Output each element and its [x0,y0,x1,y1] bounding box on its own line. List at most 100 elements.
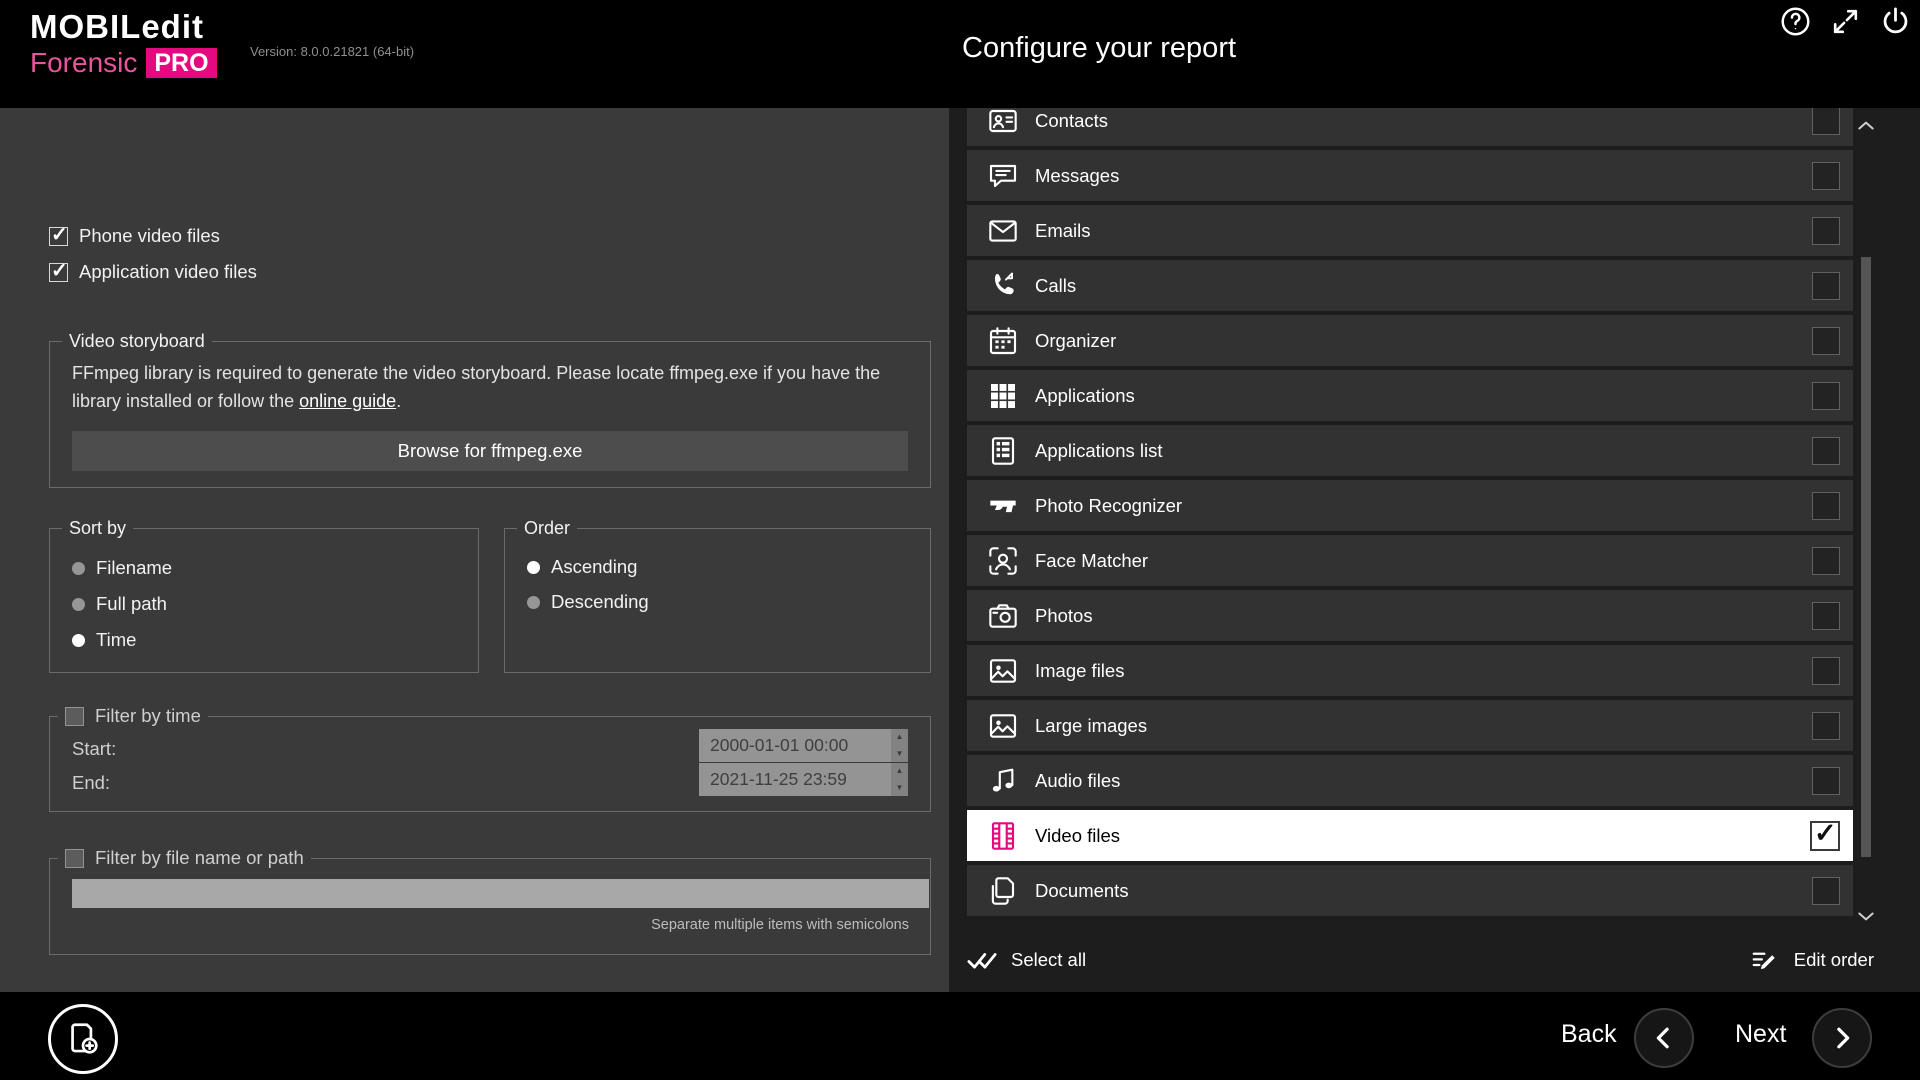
semicolon-hint: Separate multiple items with semicolons [651,917,909,933]
photo-recognizer-checkbox[interactable] [1812,492,1840,520]
browse-ffmpeg-button[interactable]: Browse for ffmpeg.exe [72,431,908,471]
version-text: Version: 8.0.0.21821 (64-bit) [250,44,414,59]
large-images-checkbox[interactable] [1812,712,1840,740]
pistol-icon [987,490,1019,522]
order-group: Order Ascending Descending [504,528,931,673]
edit-order-button[interactable]: Edit order [1750,938,1874,982]
report-item-image-files[interactable]: Image files [967,645,1853,696]
calls-checkbox[interactable] [1812,272,1840,300]
emails-checkbox[interactable] [1812,217,1840,245]
report-item-video-files[interactable]: Video files [967,810,1853,861]
scroll-down-button[interactable] [1852,906,1880,926]
camera-icon [987,600,1019,632]
report-item-label: Photo Recognizer [1035,495,1182,517]
report-item-organizer[interactable]: Organizer [967,315,1853,366]
applications-list-checkbox[interactable] [1812,437,1840,465]
filter-by-time-group: Filter by time Start: ▲▼ End: ▲▼ [49,716,931,812]
order-ascending-label: Ascending [551,556,637,578]
order-ascending-option[interactable]: Ascending [527,556,637,578]
phone-video-files-option[interactable]: Phone video files [49,225,220,247]
report-item-applications[interactable]: Applications [967,370,1853,421]
sort-filename-label: Filename [96,557,172,579]
radio-icon[interactable] [527,596,540,609]
report-sections-list: Contacts Messages Emails Calls Organizer… [967,108,1853,920]
online-guide-link[interactable]: online guide [299,391,396,411]
filename-filter-input[interactable] [72,879,929,908]
select-all-label: Select all [1011,949,1086,971]
edit-order-icon [1750,945,1780,975]
speech-bubble-icon [987,160,1019,192]
chevron-down-icon [1852,906,1880,926]
contacts-checkbox[interactable] [1812,108,1840,135]
report-item-label: Applications [1035,385,1135,407]
report-item-calls[interactable]: Calls [967,260,1853,311]
order-descending-label: Descending [551,591,649,613]
resize-window-button[interactable] [1829,5,1862,38]
radio-selected-icon[interactable] [527,561,540,574]
radio-selected-icon[interactable] [72,634,85,647]
power-button[interactable] [1879,5,1912,38]
select-all-button[interactable]: Select all [967,938,1086,982]
contact-card-icon [987,108,1019,137]
documents-checkbox[interactable] [1812,877,1840,905]
image-files-checkbox[interactable] [1812,657,1840,685]
scrollbar-thumb[interactable] [1861,257,1871,857]
messages-checkbox[interactable] [1812,162,1840,190]
report-item-face-matcher[interactable]: Face Matcher [967,535,1853,586]
report-item-contacts[interactable]: Contacts [967,108,1853,146]
start-datetime-stepper[interactable]: ▲▼ [891,729,908,762]
video-storyboard-legend: Video storyboard [62,331,212,352]
sort-fullpath-option[interactable]: Full path [72,593,167,615]
report-item-audio-files[interactable]: Audio files [967,755,1853,806]
start-datetime-input[interactable] [699,729,902,762]
report-item-label: Photos [1035,605,1093,627]
report-item-label: Large images [1035,715,1147,737]
filter-time-checkbox[interactable] [65,707,84,726]
checkbox-checked-icon[interactable] [49,227,68,246]
sort-filename-option[interactable]: Filename [72,557,172,579]
next-button[interactable] [1812,1008,1872,1068]
app-logo: MOBILedit Forensic PRO [30,10,217,78]
scroll-up-button[interactable] [1852,116,1880,136]
ffmpeg-info-text: FFmpeg library is required to generate t… [72,359,902,415]
documents-icon [987,875,1019,907]
video-files-checkbox[interactable] [1810,821,1840,851]
app-list-icon [987,435,1019,467]
photos-checkbox[interactable] [1812,602,1840,630]
add-phone-button[interactable] [48,1004,118,1074]
back-button[interactable] [1634,1008,1694,1068]
report-item-large-images[interactable]: Large images [967,700,1853,751]
report-item-photo-recognizer[interactable]: Photo Recognizer [967,480,1853,531]
radio-icon[interactable] [72,562,85,575]
power-icon [1879,5,1912,38]
next-label[interactable]: Next [1735,1020,1786,1049]
chevron-left-icon [1649,1023,1679,1053]
back-label[interactable]: Back [1561,1020,1617,1049]
report-item-emails[interactable]: Emails [967,205,1853,256]
filter-name-checkbox[interactable] [65,849,84,868]
end-datetime-input[interactable] [699,763,902,796]
ffmpeg-text-before: FFmpeg library is required to generate t… [72,363,880,411]
filter-time-label: Filter by time [95,705,201,727]
calendar-icon [987,325,1019,357]
report-item-label: Emails [1035,220,1091,242]
chevron-right-icon [1827,1023,1857,1053]
application-video-files-option[interactable]: Application video files [49,261,257,283]
organizer-checkbox[interactable] [1812,327,1840,355]
report-item-documents[interactable]: Documents [967,865,1853,916]
report-item-applications-list[interactable]: Applications list [967,425,1853,476]
applications-checkbox[interactable] [1812,382,1840,410]
top-bar: MOBILedit Forensic PRO Version: 8.0.0.21… [0,0,1920,108]
radio-icon[interactable] [72,598,85,611]
order-descending-option[interactable]: Descending [527,591,649,613]
report-item-photos[interactable]: Photos [967,590,1853,641]
report-item-messages[interactable]: Messages [967,150,1853,201]
end-datetime-stepper[interactable]: ▲▼ [891,763,908,796]
help-button[interactable] [1779,5,1812,38]
checkbox-checked-icon[interactable] [49,263,68,282]
audio-files-checkbox[interactable] [1812,767,1840,795]
sort-time-option[interactable]: Time [72,629,136,651]
sort-by-legend: Sort by [62,518,133,539]
face-matcher-checkbox[interactable] [1812,547,1840,575]
report-item-label: Audio files [1035,770,1120,792]
